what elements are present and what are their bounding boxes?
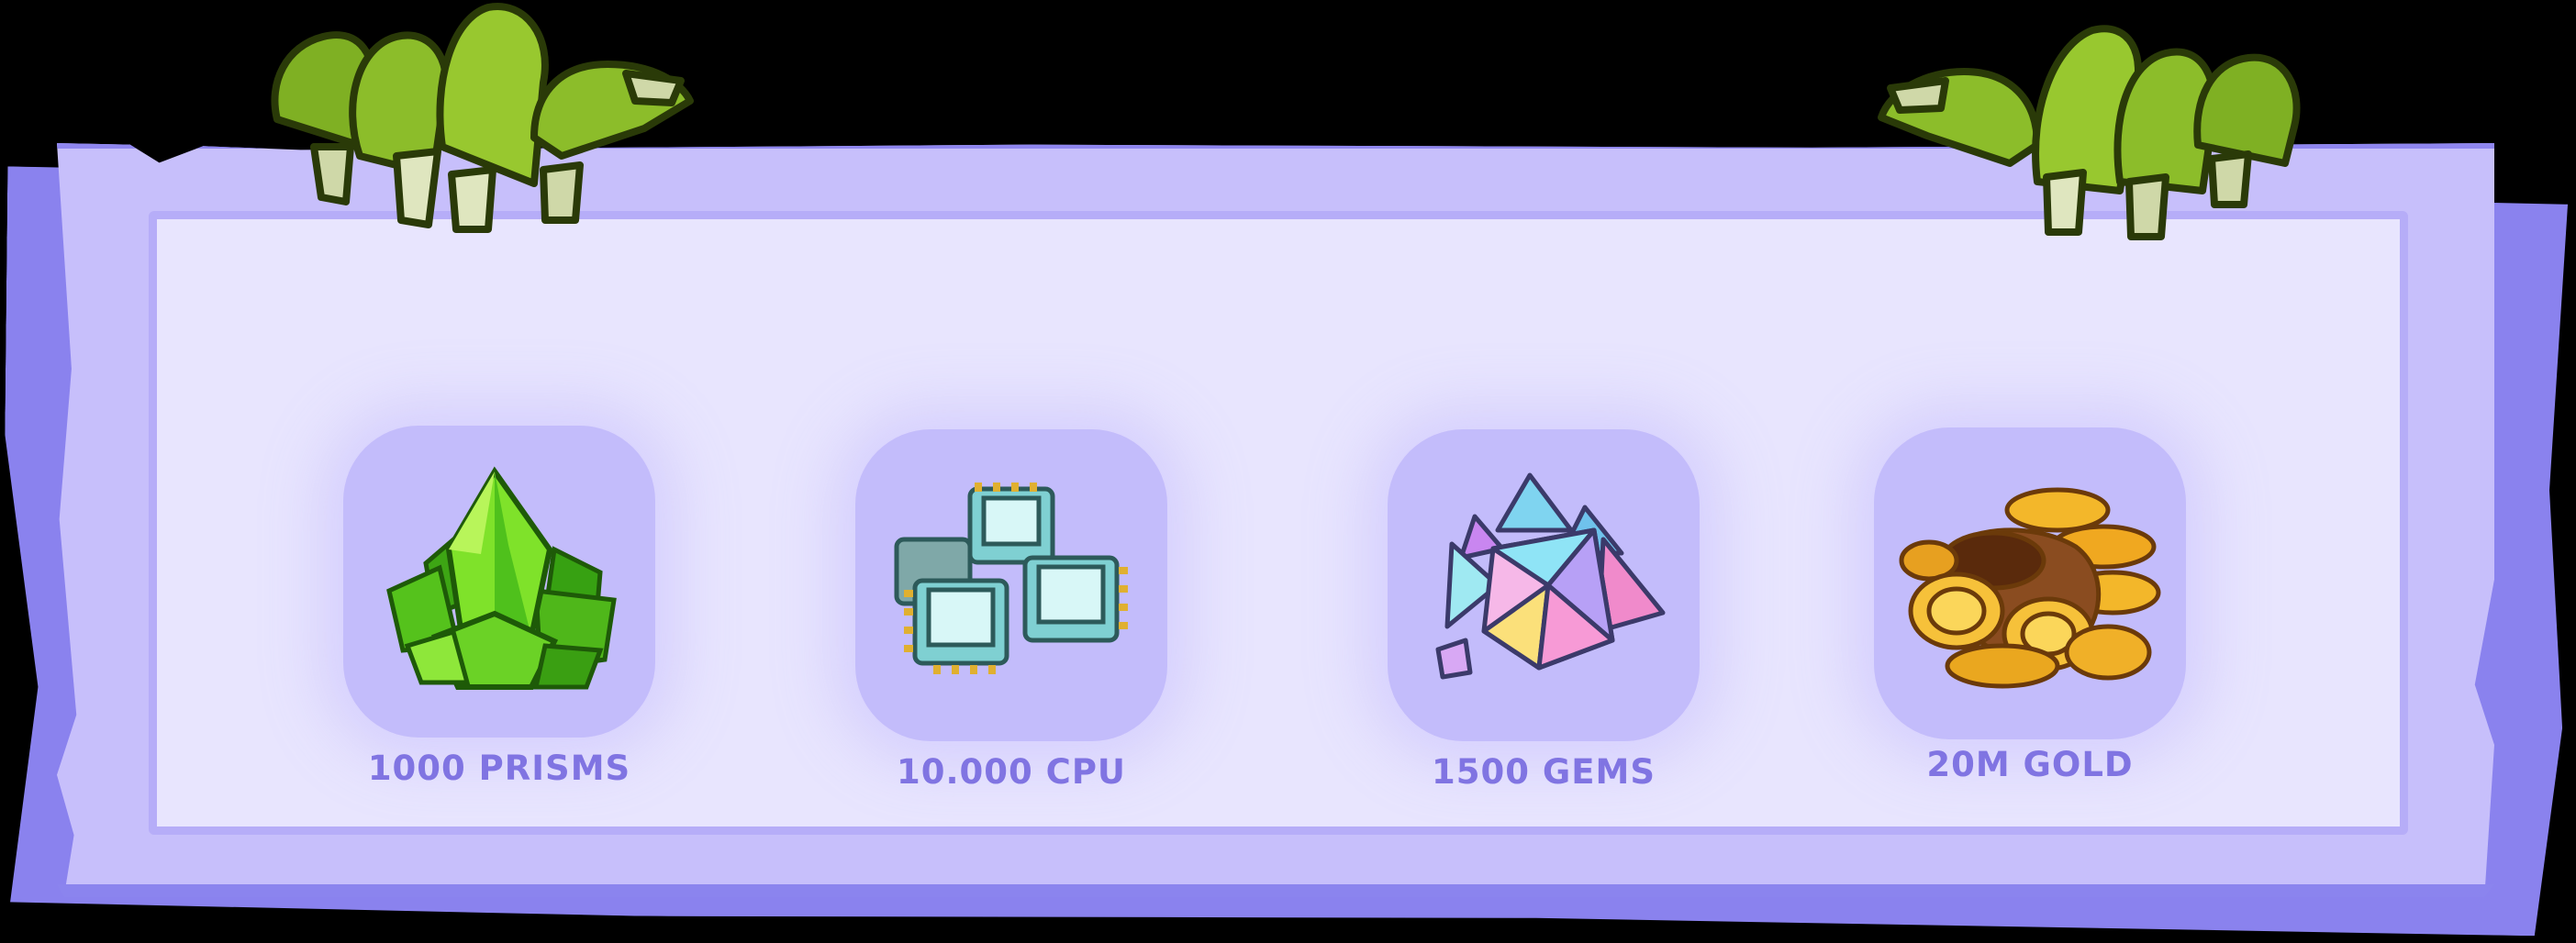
reward-gold: 20M GOLD	[1874, 427, 2186, 784]
gold-coins-sack-icon	[1899, 487, 2161, 689]
reward-tile	[855, 429, 1167, 741]
paper-edge-shadow	[57, 884, 2494, 897]
reward-banner: 1000 PRISMS 10.000 CPU 1500 GEMS 20M GOL…	[0, 0, 2576, 943]
reward-prisms: 1000 PRISMS	[343, 426, 655, 788]
green-prism-crystals-icon	[386, 466, 617, 690]
monster-hand-right-icon	[1878, 25, 2301, 240]
cpu-chips-icon	[894, 483, 1128, 674]
reward-cpu: 10.000 CPU	[855, 429, 1167, 792]
reward-label: 1500 GEMS	[1432, 752, 1656, 792]
reward-tile	[1388, 429, 1700, 741]
reward-label: 20M GOLD	[1926, 745, 2134, 784]
reward-gems: 1500 GEMS	[1388, 429, 1700, 792]
reward-tile	[1874, 427, 2186, 739]
reward-label: 1000 PRISMS	[367, 749, 631, 788]
reward-tile	[343, 426, 655, 738]
monster-hand-left-icon	[271, 2, 694, 233]
reward-label: 10.000 CPU	[897, 752, 1126, 792]
rainbow-gems-icon	[1435, 472, 1666, 680]
